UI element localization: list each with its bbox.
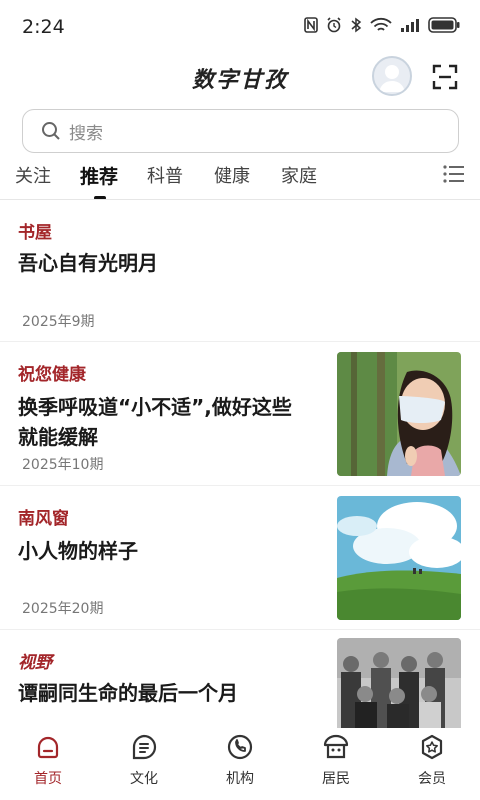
article-date: 2025年20期: [22, 601, 104, 617]
culture-icon: [132, 734, 157, 760]
article-title-line2: 就能缓解: [18, 425, 98, 449]
article-card[interactable]: 南风窗 小人物的样子 2025年20期: [0, 486, 480, 630]
article-title: 小人物的样子: [18, 539, 138, 563]
tab-family[interactable]: 家庭: [281, 162, 317, 188]
nav-label: 居民: [322, 771, 350, 787]
nfc-icon: [304, 17, 318, 33]
home-icon: [37, 736, 59, 759]
signal-icon: [401, 19, 419, 32]
nav-home[interactable]: 首页: [13, 734, 83, 788]
nav-residents[interactable]: 居民: [301, 734, 371, 788]
phone-icon: [227, 734, 253, 760]
article-source: 南风窗: [18, 509, 69, 529]
status-time: 2:24: [22, 16, 65, 38]
article-card[interactable]: 书屋 吾心自有光明月 2025年9期: [0, 200, 480, 342]
article-card[interactable]: 祝您健康 换季呼吸道“小不适”,做好这些 就能缓解 2025年10期: [0, 342, 480, 486]
nav-member[interactable]: 会员: [397, 734, 467, 788]
search-icon: [42, 122, 60, 140]
menu-icon[interactable]: [443, 164, 465, 188]
tab-recommend[interactable]: 推荐: [80, 162, 118, 189]
battery-icon: [428, 17, 460, 33]
user-icon: [379, 65, 405, 92]
status-icons: [304, 17, 460, 33]
article-title: 吾心自有光明月: [18, 251, 158, 275]
nav-label: 文化: [130, 771, 158, 787]
wifi-icon: [370, 17, 392, 31]
article-date: 2025年9期: [22, 314, 95, 330]
status-bar: 2:24: [0, 0, 480, 56]
category-tabs: 关注 推荐 科普 健康 家庭: [0, 162, 480, 200]
bluetooth-icon: [351, 17, 362, 33]
alarm-icon: [327, 17, 341, 33]
tab-science[interactable]: 科普: [147, 162, 183, 188]
article-title: 谭嗣同生命的最后一个月: [18, 681, 238, 705]
app-header: 数字甘孜: [0, 52, 480, 104]
nav-institution[interactable]: 机构: [205, 734, 275, 788]
nav-culture[interactable]: 文化: [109, 734, 179, 788]
article-source: 书屋: [18, 223, 52, 243]
article-source: 视野: [18, 653, 52, 673]
search-placeholder: 搜索: [69, 123, 103, 144]
scan-icon[interactable]: [432, 64, 458, 94]
nav-label: 首页: [34, 771, 62, 787]
avatar[interactable]: [372, 56, 412, 96]
tab-health[interactable]: 健康: [214, 162, 250, 188]
nav-label: 会员: [418, 771, 446, 787]
article-source: 祝您健康: [18, 365, 86, 385]
article-thumbnail[interactable]: [337, 638, 461, 728]
article-thumbnail[interactable]: [337, 496, 461, 620]
tab-follow[interactable]: 关注: [15, 162, 51, 188]
nav-label: 机构: [226, 771, 254, 787]
article-card[interactable]: 视野 谭嗣同生命的最后一个月: [0, 630, 480, 728]
member-icon: [421, 734, 443, 760]
article-date: 2025年10期: [22, 457, 104, 473]
residents-icon: [323, 734, 349, 759]
article-thumbnail[interactable]: [337, 352, 461, 476]
article-title-line1: 换季呼吸道“小不适”,做好这些: [18, 395, 292, 419]
search-input[interactable]: 搜索: [22, 109, 459, 153]
bottom-nav: 首页 文化 机构 居民 会员: [0, 728, 480, 800]
